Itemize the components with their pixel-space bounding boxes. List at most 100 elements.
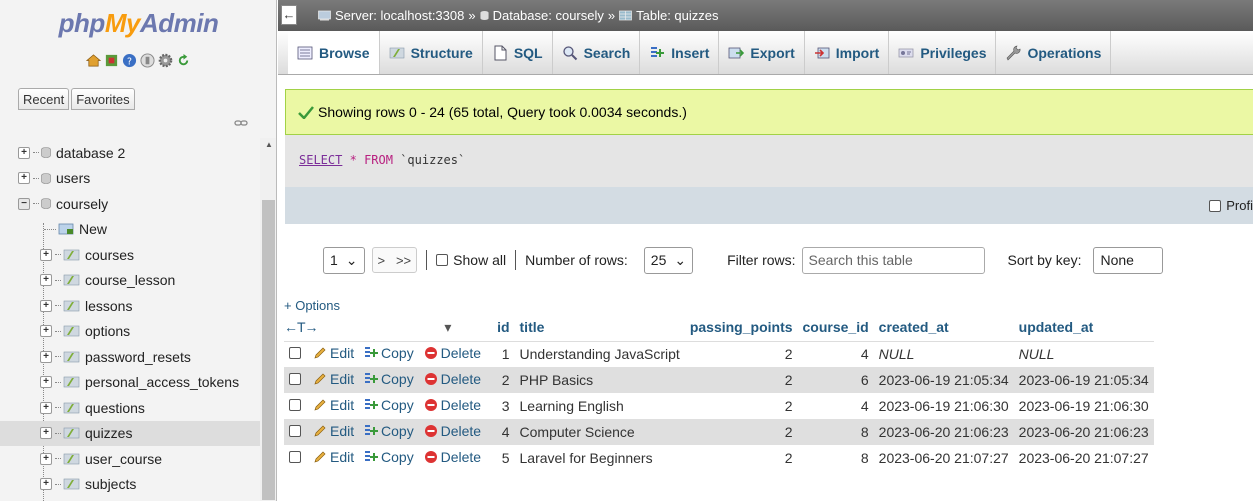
tab-recent[interactable]: Recent [18,88,70,110]
scrollbar-thumb[interactable] [262,200,275,500]
sql-query-box[interactable]: SELECT * FROM `quizzes` [285,135,1253,187]
copy-link[interactable]: Copy [364,397,414,413]
collapse-icon[interactable]: − [18,197,30,210]
menu-sql[interactable]: SQL [483,31,553,74]
cell-id[interactable]: 4 [492,419,515,445]
page-select[interactable]: 1 ⌄ [323,246,365,274]
cell-course-id[interactable]: 8 [797,445,874,471]
expand-icon[interactable]: + [18,146,30,159]
column-header-passing-points[interactable]: passing_points [684,314,798,342]
row-checkbox[interactable] [289,425,301,437]
phpmyadmin-logo[interactable]: phpMyAdmin [0,8,276,39]
tree-item-password-resets[interactable]: + password_resets [0,344,260,370]
row-checkbox[interactable] [289,399,301,411]
next-page-button[interactable]: > >> [371,247,418,273]
show-all-checkbox[interactable] [436,254,449,266]
profiling-checkbox[interactable] [1209,199,1222,212]
expand-icon[interactable]: + [40,248,52,261]
expand-icon[interactable]: + [18,172,30,185]
expand-icon[interactable]: + [40,401,52,414]
tree-item-quizzes[interactable]: + quizzes [0,420,260,446]
cell-passing-points[interactable]: 2 [684,419,798,445]
cell-created-at[interactable]: 2023-06-19 21:05:34 [873,367,1014,393]
cell-passing-points[interactable]: 2 [684,445,798,471]
cell-created-at[interactable]: 2023-06-19 21:06:30 [873,393,1014,419]
expand-icon[interactable]: + [40,376,52,389]
reload-icon[interactable] [176,53,191,68]
tree-item-coursely[interactable]: − coursely [0,191,260,217]
row-checkbox[interactable] [289,347,301,360]
breadcrumb-table[interactable]: Table: quizzes [636,8,718,23]
column-arrows[interactable]: ←T→ ▾ [284,314,493,342]
cell-course-id[interactable]: 4 [797,393,874,419]
cell-id[interactable]: 1 [492,341,515,367]
docs-icon[interactable] [140,53,155,68]
tree-item-lessons[interactable]: + lessons [0,293,260,319]
tree-item-options[interactable]: + options [0,319,260,345]
tab-favorites[interactable]: Favorites [71,88,135,110]
cell-created-at[interactable]: 2023-06-20 21:07:27 [873,445,1014,471]
expand-icon[interactable]: + [40,350,52,363]
column-header-title[interactable]: title [514,314,685,342]
cell-passing-points[interactable]: 2 [684,341,798,367]
cell-title[interactable]: Laravel for Beginners [514,445,685,471]
link-icon[interactable] [234,118,248,128]
tree-item-subjects[interactable]: + subjects [0,472,260,498]
options-link[interactable]: + Options [284,298,340,313]
edit-link[interactable]: Edit [313,423,354,439]
tree-item-database-2[interactable]: + database 2 [0,140,260,166]
breadcrumb-database[interactable]: Database: coursely [493,8,604,23]
cell-course-id[interactable]: 8 [797,419,874,445]
menu-export[interactable]: Export [719,31,805,74]
expand-icon[interactable]: + [40,452,52,465]
home-icon[interactable] [86,53,101,68]
cell-id[interactable]: 2 [492,367,515,393]
tree-item-personal-access-tokens[interactable]: + personal_access_tokens [0,370,260,396]
edit-link[interactable]: Edit [313,345,354,361]
edit-link[interactable]: Edit [313,397,354,413]
cell-created-at[interactable]: NULL [873,341,1014,367]
row-checkbox[interactable] [289,451,301,463]
cell-updated-at[interactable]: NULL [1013,341,1154,367]
column-header-updated-at[interactable]: updated_at [1013,314,1154,342]
cell-updated-at[interactable]: 2023-06-20 21:07:27 [1013,445,1154,471]
edit-link[interactable]: Edit [313,449,354,465]
tree-item-new[interactable]: New [0,217,260,243]
menu-structure[interactable]: Structure [380,31,483,74]
filter-input[interactable]: Search this table [801,246,985,274]
copy-link[interactable]: Copy [364,423,414,439]
collapse-sidebar-button[interactable]: ← [281,5,297,25]
tree-item-courses[interactable]: + courses [0,242,260,268]
expand-icon[interactable]: + [40,325,52,338]
expand-icon[interactable]: + [40,478,52,491]
cell-course-id[interactable]: 6 [797,367,874,393]
cell-updated-at[interactable]: 2023-06-19 21:06:30 [1013,393,1154,419]
cell-course-id[interactable]: 4 [797,341,874,367]
delete-link[interactable]: Delete [424,345,481,361]
cell-title[interactable]: PHP Basics [514,367,685,393]
expand-icon[interactable]: + [40,299,52,312]
menu-operations[interactable]: Operations [996,31,1112,74]
sort-select[interactable]: None [1093,246,1164,274]
expand-icon[interactable]: + [40,427,52,440]
cell-id[interactable]: 5 [492,445,515,471]
exit-icon[interactable] [104,53,119,68]
cell-passing-points[interactable]: 2 [684,367,798,393]
column-options-dropdown[interactable]: ▾ [321,319,451,336]
settings-icon[interactable] [158,53,173,68]
delete-link[interactable]: Delete [424,397,481,413]
breadcrumb-server[interactable]: Server: localhost:3308 [335,8,464,23]
menu-search[interactable]: Search [553,31,641,74]
cell-title[interactable]: Computer Science [514,419,685,445]
tree-item-course-lesson[interactable]: + course_lesson [0,268,260,294]
column-header-created-at[interactable]: created_at [873,314,1014,342]
tree-item-user-course[interactable]: + user_course [0,446,260,472]
copy-link[interactable]: Copy [364,371,414,387]
edit-link[interactable]: Edit [313,371,354,387]
scroll-up-icon[interactable]: ▲ [265,140,273,149]
column-header-id[interactable]: id [492,314,515,342]
tree-item-questions[interactable]: + questions [0,395,260,421]
cell-created-at[interactable]: 2023-06-20 21:06:23 [873,419,1014,445]
cell-title[interactable]: Learning English [514,393,685,419]
delete-link[interactable]: Delete [424,371,481,387]
